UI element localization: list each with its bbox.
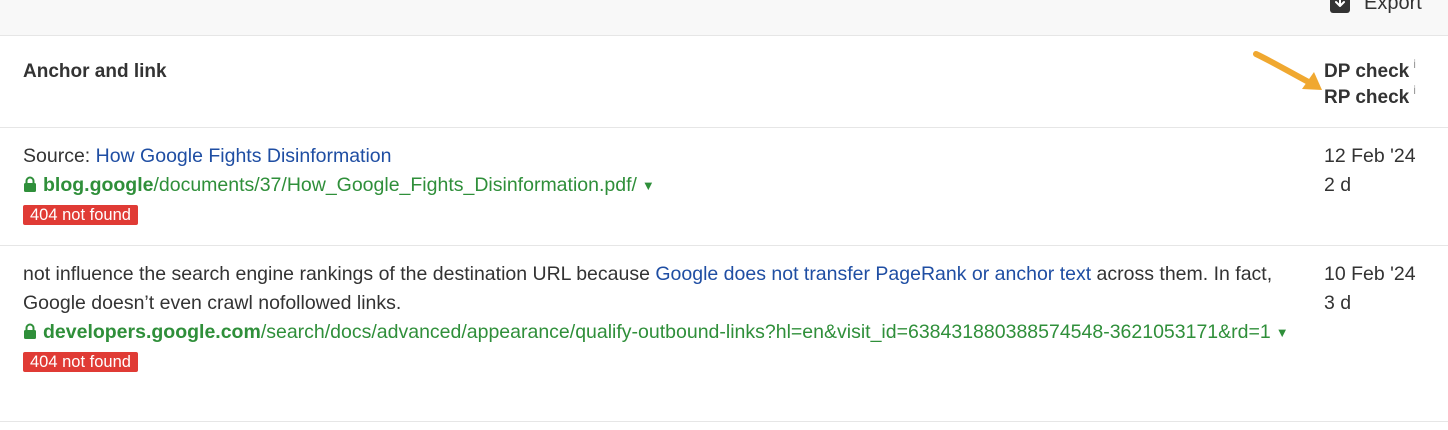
url-host: blog.google [43, 174, 154, 196]
anchor-line: Source: How Google Fights Disinformation [23, 142, 1293, 171]
status-badge: 404 not found [23, 205, 138, 225]
chevron-down-icon[interactable]: ▼ [642, 171, 655, 200]
column-header-rp-check[interactable]: RP check i [1324, 83, 1416, 109]
annotation-arrow [1253, 51, 1322, 90]
status-badge: 404 not found [23, 352, 138, 372]
lock-icon [24, 323, 36, 339]
rp-check-age: 2 d [1324, 174, 1352, 196]
info-icon[interactable]: i [1413, 57, 1416, 71]
url-path: /documents/37/How_Google_Fights_Disinfor… [153, 174, 637, 196]
export-button[interactable]: Export [1330, 0, 1422, 15]
anchor-link-cell: Source: How Google Fights Disinformation… [23, 142, 1293, 229]
dp-check-date: 10 Feb '24 [1324, 263, 1416, 285]
table-header: Anchor and link DP check i RP check i [0, 36, 1448, 128]
column-header-anchor-and-link: Anchor and link [23, 61, 167, 82]
anchor-link[interactable]: How Google Fights Disinformation [96, 145, 392, 167]
table-row: not influence the search engine rankings… [0, 246, 1448, 422]
check-dates-cell: 10 Feb '24 3 d [1324, 260, 1416, 318]
rp-check-age: 3 d [1324, 292, 1352, 314]
rp-check-label: RP check [1324, 87, 1410, 108]
url-path: /search/docs/advanced/appearance/qualify… [260, 321, 1271, 343]
source-prefix: Source: [23, 145, 96, 167]
dp-check-date: 12 Feb '24 [1324, 145, 1416, 167]
info-icon[interactable]: i [1413, 83, 1416, 97]
export-label: Export [1364, 0, 1422, 14]
target-url[interactable]: developers.google.com/search/docs/advanc… [23, 318, 1293, 347]
check-dates-cell: 12 Feb '24 2 d [1324, 142, 1416, 200]
anchor-context-before: not influence the search engine rankings… [23, 263, 656, 285]
anchor-link[interactable]: Google does not transfer PageRank or anc… [655, 263, 1091, 285]
table-row: Source: How Google Fights Disinformation… [0, 128, 1448, 246]
anchor-link-cell: not influence the search engine rankings… [23, 260, 1293, 376]
lock-icon [24, 176, 36, 192]
url-host: developers.google.com [43, 321, 261, 343]
dp-check-label: DP check [1324, 61, 1410, 82]
column-header-dp-check[interactable]: DP check i [1324, 57, 1416, 83]
download-icon [1330, 0, 1350, 13]
chevron-down-icon[interactable]: ▼ [1276, 318, 1289, 347]
anchor-line: not influence the search engine rankings… [23, 260, 1293, 318]
target-url[interactable]: blog.google/documents/37/How_Google_Figh… [23, 171, 1293, 200]
top-toolbar: Export [0, 0, 1448, 36]
